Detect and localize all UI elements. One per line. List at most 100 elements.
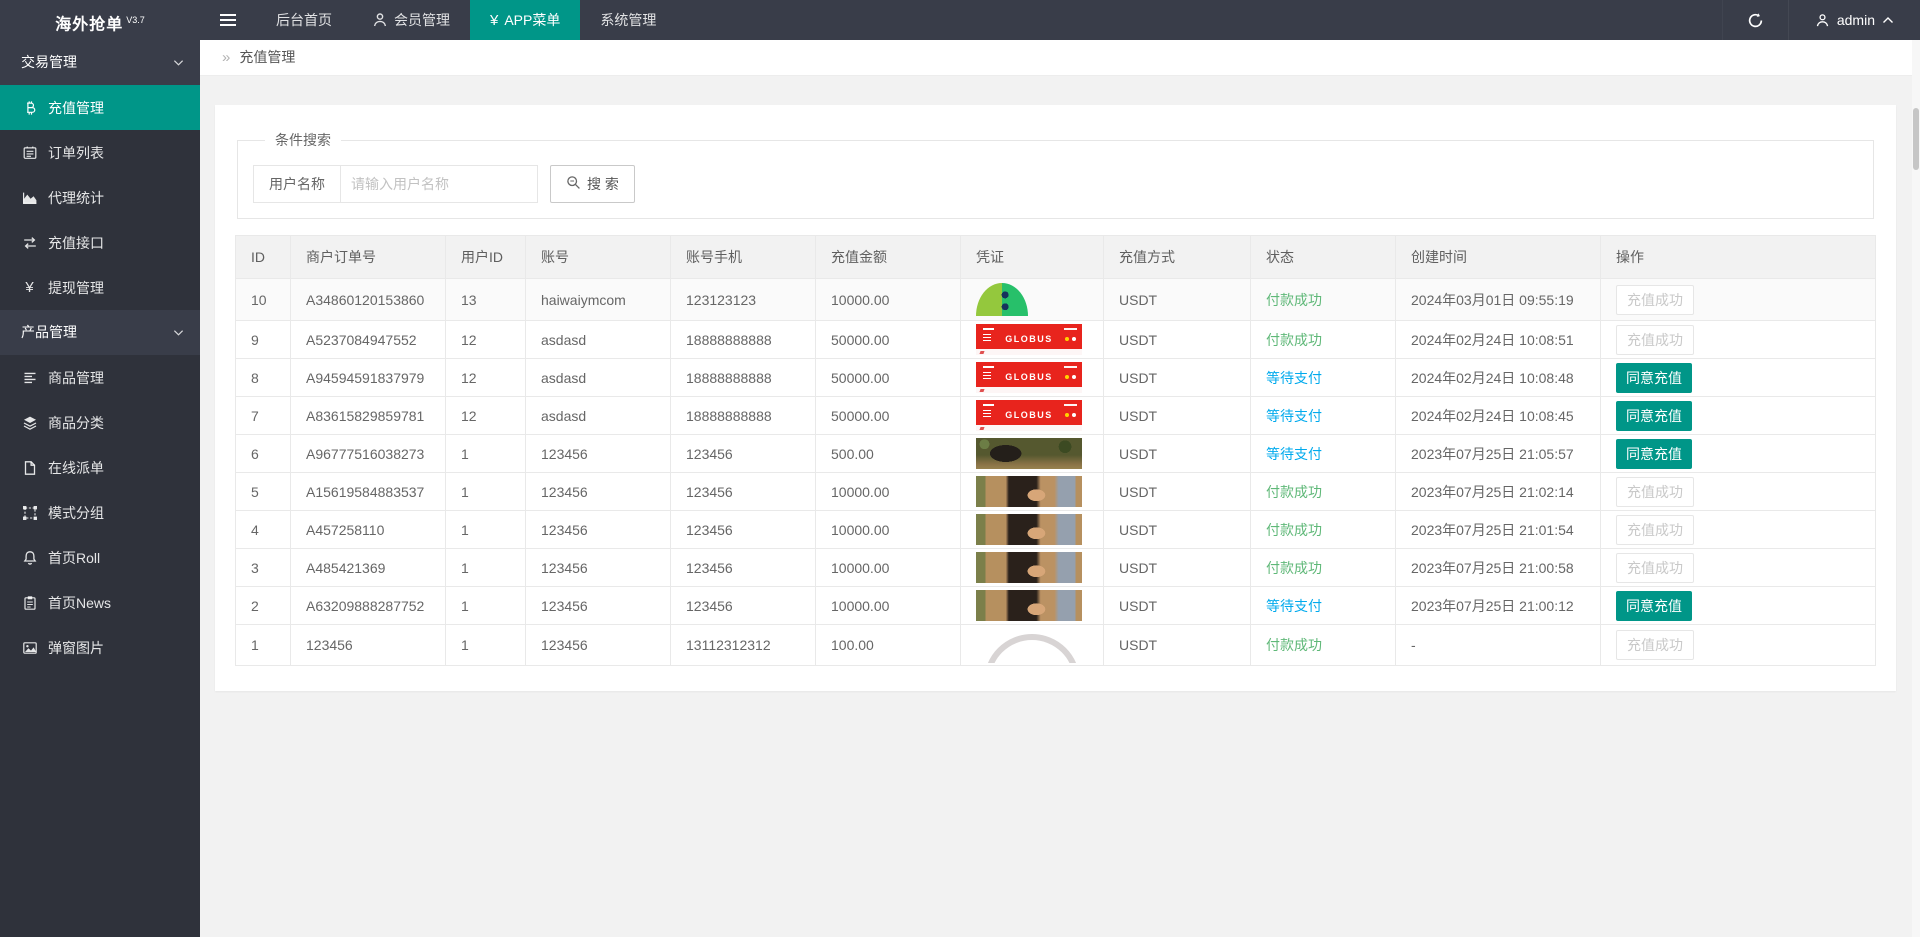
cell-voucher <box>960 624 1104 666</box>
sidebar-item-agent-stats[interactable]: 代理统计 <box>0 175 200 220</box>
sidebar-item-mode-group[interactable]: 模式分组 <box>0 490 200 535</box>
cell-status: 付款成功 <box>1250 278 1396 321</box>
refresh-icon[interactable] <box>1721 0 1788 40</box>
voucher-image[interactable] <box>976 476 1082 507</box>
cell-phone: 18888888888 <box>670 358 816 397</box>
cell-order-no: A96777516038273 <box>290 434 446 473</box>
cell-method: USDT <box>1103 278 1251 321</box>
sidebar-item-goods-manage[interactable]: 商品管理 <box>0 355 200 400</box>
recharge-success-button: 充值成功 <box>1616 476 1694 507</box>
cell-voucher <box>960 548 1104 587</box>
cell-account: 123456 <box>525 434 671 473</box>
app-logo[interactable]: 海外抢单 V3.7 <box>0 0 200 40</box>
chart-area-icon <box>21 189 38 206</box>
status-badge: 等待支付 <box>1266 369 1322 386</box>
cell-phone: 123123123 <box>670 278 816 321</box>
column-header-8: 状态 <box>1250 235 1396 279</box>
voucher-image[interactable] <box>976 514 1082 545</box>
cell-user-id: 1 <box>445 624 526 666</box>
column-header-0: ID <box>235 235 291 279</box>
cell-status: 付款成功 <box>1250 472 1396 511</box>
sidebar-item-recharge-manage[interactable]: 充值管理 <box>0 85 200 130</box>
voucher-image[interactable] <box>976 627 1082 663</box>
cell-voucher <box>960 586 1104 625</box>
voucher-image[interactable]: GLOBUS <box>976 324 1082 355</box>
cell-amount: 50000.00 <box>815 358 961 397</box>
cell-status: 等待支付 <box>1250 434 1396 473</box>
cell-method: USDT <box>1103 510 1251 549</box>
column-header-9: 创建时间 <box>1395 235 1601 279</box>
scrollbar-track[interactable] <box>1912 40 1920 937</box>
cell-action: 充值成功 <box>1600 548 1876 587</box>
sidebar-item-label: 充值接口 <box>48 234 104 251</box>
sidebar-group-label: 产品管理 <box>21 324 77 340</box>
search-legend: 条件搜索 <box>275 132 331 148</box>
sidebar-item-home-news[interactable]: 首页News <box>0 580 200 625</box>
cell-amount: 10000.00 <box>815 548 961 587</box>
nav-item-members[interactable]: 会员管理 <box>352 0 470 40</box>
cell-method: USDT <box>1103 320 1251 359</box>
sidebar: 交易管理 充值管理 订单列表 代理统计充值接口 ¥ 提现管理产品管理商品管理商品分类在线派… <box>0 40 200 937</box>
sidebar-item-online-dispatch[interactable]: 在线派单 <box>0 445 200 490</box>
scrollbar-thumb[interactable] <box>1913 108 1919 170</box>
voucher-image[interactable] <box>976 438 1082 469</box>
approve-recharge-button[interactable]: 同意充值 <box>1616 362 1692 393</box>
sidebar-item-withdraw-manage[interactable]: ¥ 提现管理 <box>0 265 200 310</box>
column-header-10: 操作 <box>1600 235 1876 279</box>
sidebar-item-goods-category[interactable]: 商品分类 <box>0 400 200 445</box>
nav-item-app-menu[interactable]: ¥ APP菜单 <box>470 0 581 40</box>
sidebar-item-order-list[interactable]: 订单列表 <box>0 130 200 175</box>
voucher-image[interactable]: GLOBUS <box>976 400 1082 431</box>
cell-created: 2023年07月25日 21:00:12 <box>1395 586 1601 625</box>
sidebar-item-recharge-api[interactable]: 充值接口 <box>0 220 200 265</box>
voucher-image[interactable] <box>976 283 1028 316</box>
app-version: V3.7 <box>126 15 145 25</box>
approve-recharge-button[interactable]: 同意充值 <box>1616 438 1692 469</box>
voucher-image[interactable]: GLOBUS <box>976 362 1082 393</box>
nav-item-system[interactable]: 系统管理 <box>580 0 676 40</box>
table-row: 2 A63209888287752 1 123456 123456 10000.00 USD… <box>235 586 1876 625</box>
cell-amount: 500.00 <box>815 434 961 473</box>
cell-phone: 18888888888 <box>670 396 816 435</box>
search-button[interactable]: 搜 索 <box>550 165 635 203</box>
cell-status: 付款成功 <box>1250 320 1396 359</box>
cell-account: 123456 <box>525 510 671 549</box>
chevron-up-icon <box>1882 16 1894 24</box>
cell-order-no: A5237084947552 <box>290 320 446 359</box>
table-row: 7 A83615829859781 12 asdasd 18888888888 50000… <box>235 396 1876 435</box>
table-header-row: ID 商户订单号 用户ID 账号 账号手机 充值金额 凭证 充值方式 状态 创建时间 操作 <box>235 235 1876 279</box>
sidebar-group-product-manage[interactable]: 产品管理 <box>0 310 200 355</box>
hamburger-menu-icon[interactable] <box>200 0 256 40</box>
yen-icon: ¥ <box>490 12 499 29</box>
sidebar-group-trade-manage[interactable]: 交易管理 <box>0 40 200 85</box>
column-header-3: 账号 <box>525 235 671 279</box>
approve-recharge-button[interactable]: 同意充值 <box>1616 590 1692 621</box>
cell-account: haiwaiymcom <box>525 278 671 321</box>
status-badge: 付款成功 <box>1266 559 1322 576</box>
table-row: 10 A34860120153860 13 haiwaiymcom 123123123 1… <box>235 278 1876 321</box>
table-row: 9 A5237084947552 12 asdasd 18888888888 50000.… <box>235 320 1876 359</box>
user-icon <box>1815 13 1830 28</box>
voucher-image[interactable] <box>976 590 1082 621</box>
cell-phone: 123456 <box>670 586 816 625</box>
recharge-success-button: 充值成功 <box>1616 630 1694 660</box>
sidebar-item-home-roll[interactable]: 首页Roll <box>0 535 200 580</box>
cell-order-no: A457258110 <box>290 510 446 549</box>
chevron-down-icon <box>173 40 184 85</box>
approve-recharge-button[interactable]: 同意充值 <box>1616 400 1692 431</box>
cell-created: 2023年07月25日 21:05:57 <box>1395 434 1601 473</box>
cell-id: 8 <box>235 358 291 397</box>
username-input[interactable] <box>340 165 538 203</box>
app-title: 海外抢单 <box>55 16 124 34</box>
topbar-right: admin <box>1721 0 1920 40</box>
search-form-row: 用户名称 搜 索 <box>253 165 1858 203</box>
voucher-image[interactable] <box>976 552 1082 583</box>
search-fieldset: 条件搜索 用户名称 搜 索 <box>237 130 1874 219</box>
chevron-down-icon <box>173 310 184 355</box>
sidebar-item-label: 商品分类 <box>48 414 104 431</box>
cell-method: USDT <box>1103 548 1251 587</box>
admin-menu[interactable]: admin <box>1787 0 1920 40</box>
nav-item-dashboard[interactable]: 后台首页 <box>256 0 352 40</box>
sidebar-item-label: 首页News <box>48 594 112 611</box>
sidebar-item-popup-image[interactable]: 弹窗图片 <box>0 625 200 670</box>
